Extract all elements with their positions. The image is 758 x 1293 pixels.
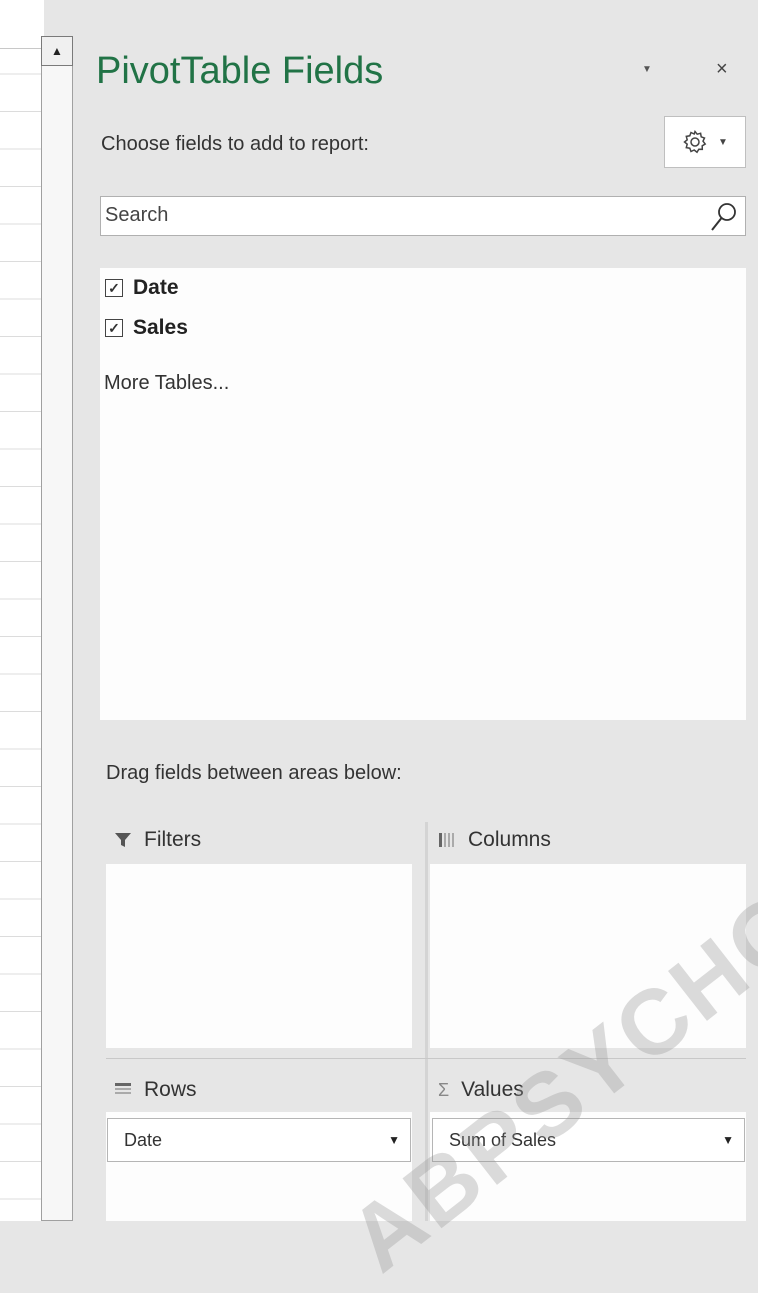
filter-icon [115,833,131,847]
pane-title: PivotTable Fields [96,50,384,92]
rows-label: Rows [144,1078,197,1101]
rows-icon [115,1083,131,1094]
pill-label: Sum of Sales [449,1129,557,1150]
field-label: Date [133,276,179,299]
drag-instruction: Drag fields between areas below: [106,762,402,784]
gear-icon [683,129,707,154]
chevron-down-icon[interactable]: ▼ [388,1133,400,1147]
columns-icon [439,833,454,847]
sigma-icon: Σ [438,1079,450,1100]
values-field-sum-of-sales[interactable]: Sum of Sales ▼ [432,1118,745,1162]
area-divider-horizontal [106,1058,746,1059]
checkbox-sales[interactable]: ✓ [105,319,123,337]
choose-fields-label: Choose fields to add to report: [101,133,369,155]
checkbox-date[interactable]: ✓ [105,279,123,297]
field-item-sales[interactable]: ✓ Sales [105,316,188,340]
filters-drop-area[interactable] [106,864,412,1048]
field-list: ✓ Date ✓ Sales More Tables... [100,268,746,720]
values-area-header: Σ Values [438,1078,524,1102]
more-tables-link[interactable]: More Tables... [104,372,229,395]
columns-area-header: Columns [438,828,551,852]
values-label: Values [461,1078,524,1101]
field-label: Sales [133,316,188,339]
scroll-up-button[interactable]: ▲ [41,36,73,66]
area-divider-vertical [425,822,428,1221]
rows-field-date[interactable]: Date ▼ [107,1118,411,1162]
vertical-scrollbar[interactable] [41,36,73,1221]
rows-area-header: Rows [114,1078,197,1102]
chevron-down-icon: ▼ [718,136,728,148]
scroll-up-arrow-icon: ▲ [51,44,63,58]
filters-area-header: Filters [114,828,201,852]
search-input[interactable] [101,197,685,233]
search-icon[interactable] [709,201,739,233]
pill-label: Date [124,1129,163,1150]
worksheet-grid-edge [0,0,44,1221]
pane-options-dropdown-icon[interactable]: ▼ [642,64,652,75]
search-box [100,196,746,236]
tools-button[interactable]: ▼ [664,116,746,168]
filters-label: Filters [144,828,202,851]
columns-drop-area[interactable] [430,864,746,1048]
columns-label: Columns [468,828,551,851]
close-button[interactable]: × [716,58,728,81]
chevron-down-icon[interactable]: ▼ [722,1133,734,1147]
field-item-date[interactable]: ✓ Date [105,276,179,300]
pivottable-fields-pane: PivotTable Fields ▼ × Choose fields to a… [80,0,758,1221]
